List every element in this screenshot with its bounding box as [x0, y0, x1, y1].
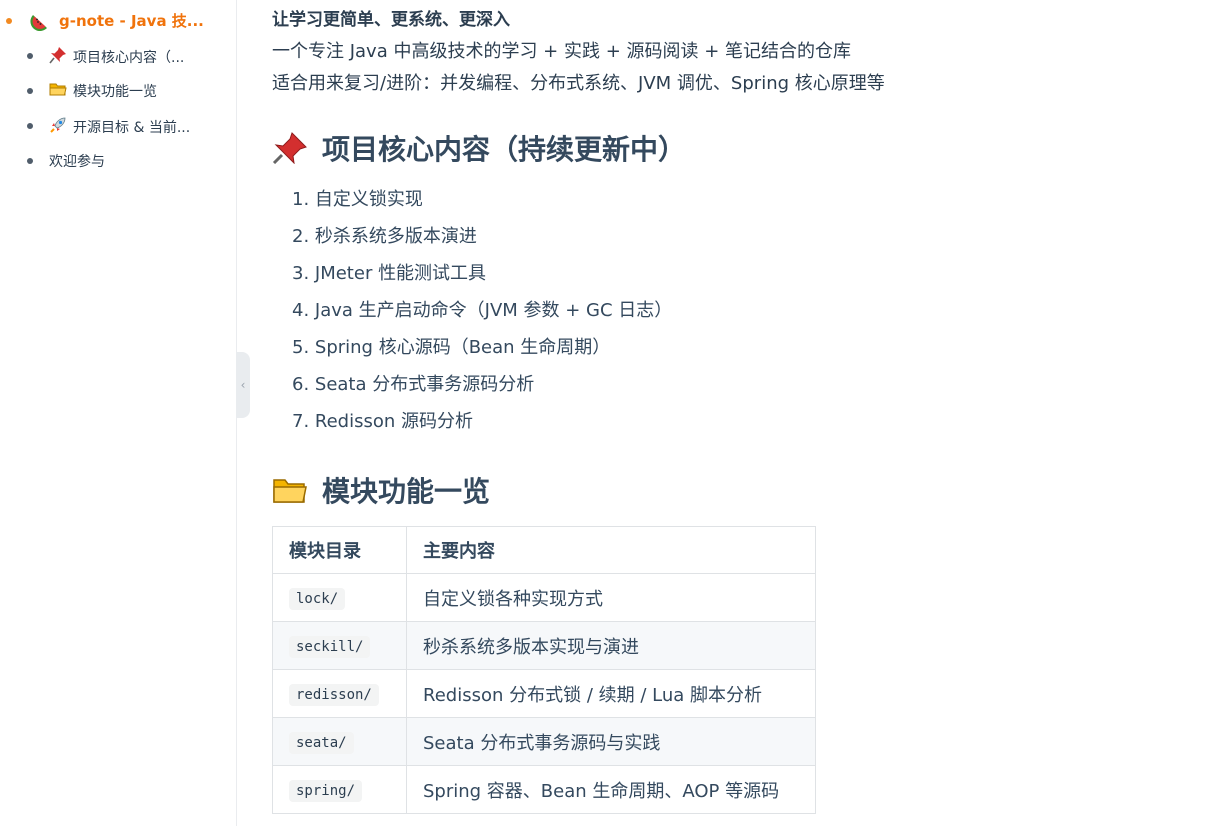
- core-content-list: 1. 自定义锁实现 2. 秒杀系统多版本演进 3. JMeter 性能测试工具 …: [292, 184, 672, 443]
- table-row: lock/ 自定义锁各种实现方式: [272, 573, 816, 622]
- pushpin-icon: [49, 46, 67, 68]
- module-dir: redisson/: [289, 684, 379, 706]
- list-item: 6. Seata 分布式事务源码分析: [292, 374, 535, 395]
- module-dir: seckill/: [289, 636, 371, 658]
- list-item: 2. 秒杀系统多版本演进: [292, 226, 477, 247]
- sidebar-item-label: g-note - Java 技...: [59, 12, 204, 30]
- sidebar-item-modules[interactable]: 模块功能一览: [27, 81, 157, 101]
- list-item: 4. Java 生产启动命令（JVM 参数 + GC 日志）: [292, 300, 673, 321]
- watermelon-icon: [30, 9, 52, 35]
- sidebar-item-label: 欢迎参与: [49, 154, 105, 170]
- module-description: Spring 容器、Bean 生命周期、AOP 等源码: [406, 765, 816, 814]
- table-header: 主要内容: [406, 526, 816, 574]
- folder-icon: [49, 81, 67, 101]
- modules-table: 模块目录 主要内容 lock/ 自定义锁各种实现方式 seckill/ 秒杀系统…: [272, 526, 816, 814]
- sidebar-item-label: 项目核心内容（...: [73, 50, 185, 66]
- rocket-icon: [49, 116, 67, 138]
- module-description: Redisson 分布式锁 / 续期 / Lua 脚本分析: [406, 669, 816, 718]
- sidebar-item-welcome[interactable]: 欢迎参与: [27, 151, 105, 171]
- list-item: 1. 自定义锁实现: [292, 189, 423, 210]
- sidebar-collapse-button[interactable]: ‹: [236, 352, 250, 418]
- table-header: 模块目录: [272, 526, 407, 574]
- sidebar-item-open-source[interactable]: 开源目标 & 当前...: [27, 116, 190, 138]
- bullet: [6, 18, 12, 24]
- pushpin-icon: [272, 132, 308, 165]
- sidebar-item-label: 模块功能一览: [73, 84, 157, 100]
- table-row: redisson/ Redisson 分布式锁 / 续期 / Lua 脚本分析: [272, 669, 816, 718]
- bullet: [27, 158, 33, 164]
- module-dir: lock/: [289, 588, 346, 610]
- module-description: Seata 分布式事务源码与实践: [406, 717, 816, 766]
- chevron-left-icon: ‹: [240, 378, 246, 392]
- list-item: 5. Spring 核心源码（Bean 生命周期）: [292, 337, 611, 358]
- sidebar-item-core-content[interactable]: 项目核心内容（...: [27, 46, 184, 68]
- bullet: [27, 123, 33, 129]
- bullet: [27, 88, 33, 94]
- intro-line: 适合用来复习/进阶：并发编程、分布式系统、JVM 调优、Spring 核心原理等: [272, 73, 885, 94]
- table-row: spring/ Spring 容器、Bean 生命周期、AOP 等源码: [272, 765, 816, 814]
- section-title: 模块功能一览: [322, 475, 491, 508]
- module-description: 秒杀系统多版本实现与演进: [406, 621, 816, 670]
- list-item: 7. Redisson 源码分析: [292, 411, 473, 432]
- section-title: 项目核心内容（持续更新中）: [322, 133, 687, 166]
- intro-tagline: 让学习更简单、更系统、更深入: [272, 10, 510, 30]
- section-heading-modules: 模块功能一览: [272, 470, 490, 510]
- table-row: seata/ Seata 分布式事务源码与实践: [272, 717, 816, 766]
- list-item: 3. JMeter 性能测试工具: [292, 263, 487, 284]
- section-heading-core: 项目核心内容（持续更新中）: [272, 128, 686, 168]
- intro-line: 一个专注 Java 中高级技术的学习 + 实践 + 源码阅读 + 笔记结合的仓库: [272, 41, 852, 62]
- module-dir: spring/: [289, 780, 363, 802]
- table-row: seckill/ 秒杀系统多版本实现与演进: [272, 621, 816, 670]
- sidebar-item-g-note[interactable]: g-note - Java 技...: [6, 10, 204, 32]
- module-description: 自定义锁各种实现方式: [406, 573, 816, 622]
- sidebar: g-note - Java 技... 项目核心内容（... 模块功能一览 开源目…: [0, 0, 237, 826]
- table-header-row: 模块目录 主要内容: [272, 526, 816, 574]
- folder-icon: [272, 474, 308, 506]
- module-dir: seata/: [289, 732, 354, 754]
- sidebar-item-label: 开源目标 & 当前...: [73, 120, 191, 136]
- bullet: [27, 53, 33, 59]
